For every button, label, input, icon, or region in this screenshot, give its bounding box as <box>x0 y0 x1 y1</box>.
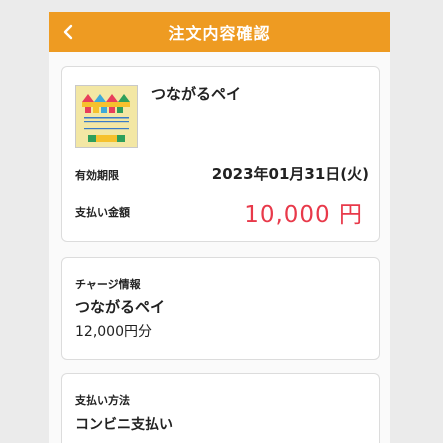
page-title: 注文内容確認 <box>168 24 271 43</box>
expiry-value: 2023年01月31日(火) <box>211 165 369 183</box>
payment-method-value: コンビニ支払い <box>75 417 173 433</box>
order-confirmation-screen: 注文内容確認 つながるペイ 有効期限 2023年01月31日(火) 支払い金額 … <box>49 12 390 443</box>
charge-product-name: つながるペイ <box>75 298 166 316</box>
charge-info-label: チャージ情報 <box>75 278 141 291</box>
header-bar: 注文内容確認 <box>49 12 390 52</box>
product-card: つながるペイ 有効期限 2023年01月31日(火) 支払い金額 10,000 … <box>61 66 380 242</box>
product-name: つながるペイ <box>151 85 242 103</box>
product-logo <box>75 85 138 148</box>
payment-method-card: 支払い方法 コンビニ支払い <box>61 373 380 443</box>
amount-label: 支払い金額 <box>75 206 130 219</box>
charge-info-card: チャージ情報 つながるペイ 12,000円分 <box>61 257 380 360</box>
charge-amount: 12,000円分 <box>75 324 152 340</box>
chevron-left-icon[interactable] <box>59 22 79 42</box>
payment-method-label: 支払い方法 <box>75 394 130 407</box>
expiry-label: 有効期限 <box>75 169 119 182</box>
amount-value: 10,000 円 <box>244 202 363 228</box>
